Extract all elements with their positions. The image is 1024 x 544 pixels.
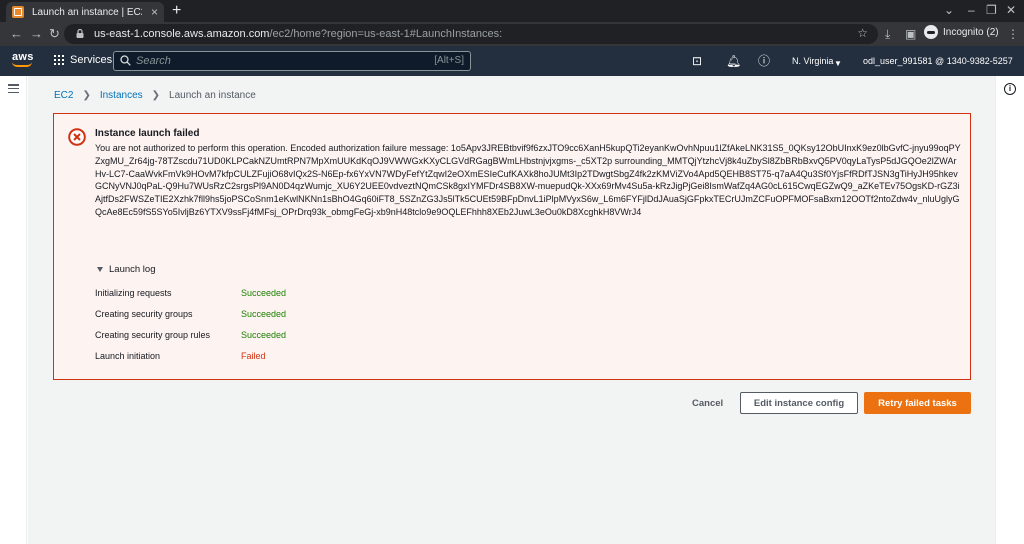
cancel-button[interactable]: Cancel [678, 392, 737, 414]
services-label: Services [70, 54, 113, 66]
log-status: Succeeded [241, 309, 287, 319]
log-status: Failed [241, 351, 266, 361]
address-bar[interactable]: us-east-1.console.aws.amazon.com/ec2/hom… [64, 24, 878, 44]
log-status: Succeeded [241, 330, 287, 340]
incognito-label: Incognito (2) [943, 26, 999, 38]
maximize-icon[interactable]: ❐ [986, 2, 997, 18]
incognito-icon [924, 25, 938, 39]
log-task: Creating security group rules [95, 330, 211, 340]
forward-icon[interactable]: → [30, 25, 43, 43]
breadcrumb: EC2 ❯ Instances ❯ Launch an instance [54, 90, 256, 101]
side-panel-icon[interactable]: ▣ [905, 25, 916, 43]
error-x-circle-icon [68, 128, 86, 146]
services-menu-button[interactable]: Services [54, 54, 112, 66]
hamburger-menu-icon[interactable] [8, 84, 19, 93]
log-task: Creating security groups [95, 309, 193, 319]
log-task: Initializing requests [95, 288, 172, 298]
info-icon[interactable]: i [1004, 83, 1016, 95]
breadcrumb-chevron-icon: ❯ [151, 90, 161, 101]
aws-console-header: aws Services Search [Alt+S] ⊡ 🔔︎ ⓘ N. Vi… [0, 46, 1024, 76]
notifications-bell-icon[interactable]: 🔔︎ [726, 54, 741, 68]
search-icon [120, 55, 131, 66]
breadcrumb-ec2[interactable]: EC2 [54, 90, 73, 101]
ec2-favicon-icon [12, 6, 24, 18]
tab-search-icon[interactable]: ⌄ [944, 2, 954, 18]
close-window-icon[interactable]: ✕ [1006, 2, 1016, 18]
breadcrumb-instances[interactable]: Instances [100, 90, 143, 101]
url-text: us-east-1.console.aws.amazon.com/ec2/hom… [94, 28, 502, 40]
retry-failed-tasks-button[interactable]: Retry failed tasks [864, 392, 971, 414]
bookmark-star-icon[interactable]: ☆ [857, 26, 868, 40]
alert-title: Instance launch failed [95, 128, 200, 139]
region-selector[interactable]: N. Virginia [792, 56, 833, 66]
browser-tab[interactable]: Launch an instance | EC2 Management Cons… [6, 2, 164, 22]
launch-log-toggle[interactable]: Launch log [97, 264, 155, 275]
url-path: /ec2/home?region=us-east-1#LaunchInstanc… [269, 28, 503, 40]
info-panel-strip: i [995, 76, 1024, 544]
account-menu[interactable]: odl_user_991581 @ 1340-9382-5257 [863, 56, 1013, 66]
search-shortcut-hint: [Alt+S] [434, 55, 464, 66]
console-search-input[interactable]: Search [Alt+S] [113, 51, 471, 71]
alert-message: You are not authorized to perform this o… [95, 143, 961, 217]
help-icon[interactable]: ⓘ [758, 54, 770, 68]
edit-instance-config-button[interactable]: Edit instance config [740, 392, 858, 414]
url-host: us-east-1.console.aws.amazon.com [94, 28, 270, 40]
aws-logo-text: aws [12, 51, 34, 63]
tab-close-icon[interactable]: × [151, 6, 158, 18]
region-chevron-down-icon[interactable]: ▼ [834, 57, 842, 71]
lock-icon [76, 29, 84, 38]
minimize-icon[interactable]: – [968, 2, 975, 18]
reload-icon[interactable]: ↻ [49, 25, 60, 43]
incognito-profile[interactable]: Incognito (2) [924, 25, 999, 39]
tab-title: Launch an instance | EC2 Management Cons… [32, 6, 142, 18]
services-grid-icon [54, 55, 64, 65]
aws-logo[interactable]: aws [12, 52, 34, 70]
browser-toolbar: ← → ↻ us-east-1.console.aws.amazon.com/e… [0, 22, 1024, 46]
search-placeholder: Search [136, 55, 171, 67]
main-content: EC2 ❯ Instances ❯ Launch an instance Ins… [28, 76, 995, 544]
browser-tab-strip: Launch an instance | EC2 Management Cons… [0, 0, 1024, 22]
launch-log-label: Launch log [109, 264, 156, 275]
download-icon[interactable]: ⤓ [885, 25, 890, 43]
back-icon[interactable]: ← [10, 25, 23, 43]
sidebar-strip [0, 76, 27, 544]
new-tab-button[interactable]: + [172, 2, 181, 20]
breadcrumb-current: Launch an instance [169, 90, 256, 101]
caret-down-icon [97, 267, 103, 272]
log-status: Succeeded [241, 288, 287, 298]
cloudshell-icon[interactable]: ⊡ [692, 54, 702, 68]
error-alert: Instance launch failed You are not autho… [53, 113, 971, 380]
log-task: Launch initiation [95, 351, 161, 361]
breadcrumb-chevron-icon: ❯ [82, 90, 91, 101]
chrome-menu-icon[interactable]: ⋮ [1007, 25, 1019, 43]
